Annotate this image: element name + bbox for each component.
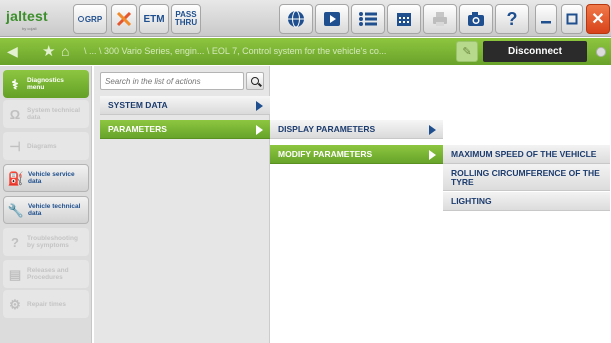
grp-label: GRP — [84, 14, 103, 24]
sidebar-item-label: Diagnostics menu — [27, 77, 64, 91]
navigation-bar: ◀ ★ ⌂ \ ... \ 300 Vario Series, engin...… — [0, 38, 611, 65]
printer-icon — [433, 12, 447, 26]
sidebar-item-diagnostics-menu[interactable]: ⚕ Diagnostics menu — [3, 70, 89, 98]
video-icon — [324, 12, 340, 26]
sidebar-item-system-technical-data: Ω System technical data — [3, 100, 89, 128]
connection-status-led — [596, 47, 606, 57]
menu-item-parameters[interactable]: PARAMETERS — [100, 120, 270, 139]
wrench-icon: 🔧 — [7, 202, 25, 218]
sidebar-item-label: Vehicle technical data — [28, 203, 81, 217]
menu-item-system-data[interactable]: SYSTEM DATA — [100, 96, 270, 115]
print-button[interactable] — [423, 4, 457, 34]
menu-item-label: SYSTEM DATA — [108, 100, 168, 110]
search-icon — [77, 16, 84, 22]
tools-button[interactable] — [111, 4, 137, 34]
help-button[interactable]: ? — [495, 4, 529, 34]
sidebar-item-label: Releases and Procedures — [27, 267, 69, 281]
favorites-star-icon[interactable]: ★ — [42, 42, 55, 60]
sidebar-item-vehicle-technical-data[interactable]: 🔧 Vehicle technical data — [3, 196, 89, 224]
menu-item-label: DISPLAY PARAMETERS — [278, 124, 376, 134]
sidebar-item-repair-times: ⚙ Repair times — [3, 290, 89, 318]
chevron-right-icon — [429, 150, 436, 160]
globe-button[interactable] — [279, 4, 313, 34]
menu-item-label: MODIFY PARAMETERS — [278, 149, 373, 159]
camera-icon — [468, 12, 484, 26]
camera-button[interactable] — [459, 4, 493, 34]
disconnect-button[interactable]: Disconnect — [483, 41, 587, 62]
minimize-button[interactable] — [535, 4, 557, 34]
pass-thru-button[interactable]: PASS THRU — [171, 4, 201, 34]
sidebar-item-releases-procedures: ▤ Releases and Procedures — [3, 260, 89, 288]
menu-item-maximum-speed[interactable]: MAXIMUM SPEED OF THE VEHICLE — [443, 145, 610, 164]
close-icon: ✕ — [591, 11, 605, 28]
jaltest-logo: jaltest by cojali — [6, 8, 66, 34]
troubleshoot-icon: ? — [11, 234, 19, 250]
sidebar-item-diagrams: ⊣ Diagrams — [3, 132, 89, 160]
video-button[interactable] — [315, 4, 349, 34]
search-actions-input[interactable] — [100, 72, 244, 90]
stethoscope-icon: ⚕ — [11, 76, 19, 92]
logo-subtitle: by cojali — [22, 26, 37, 31]
list-icon — [359, 12, 377, 26]
search-button[interactable] — [246, 72, 264, 90]
close-button[interactable]: ✕ — [586, 4, 610, 34]
sidebar-item-label: System technical data — [27, 107, 81, 121]
menu-item-label: PARAMETERS — [108, 124, 167, 134]
menu-item-display-parameters[interactable]: DISPLAY PARAMETERS — [270, 120, 443, 139]
oil-can-icon: ⛽ — [7, 170, 25, 186]
logo-text: jaltest — [6, 8, 48, 24]
omega-icon: Ω — [9, 106, 21, 122]
list-button[interactable] — [351, 4, 385, 34]
search-icon — [251, 77, 259, 85]
etm-button[interactable]: ETM — [139, 4, 169, 34]
tools-icon — [116, 11, 132, 27]
pin-icon: ✎ — [462, 46, 472, 58]
maximize-icon — [566, 13, 578, 25]
sidebar-item-vehicle-service-data[interactable]: ⛽ Vehicle service data — [3, 164, 89, 192]
sidebar: ⚕ Diagnostics menu Ω System technical data… — [0, 66, 92, 343]
sidebar-item-label: Repair times — [27, 300, 67, 308]
menu-item-modify-parameters[interactable]: MODIFY PARAMETERS — [270, 145, 443, 164]
sidebar-item-label: Troubleshooting by symptoms — [27, 235, 78, 249]
calendar-icon — [397, 13, 411, 26]
gears-icon: ⚙ — [9, 296, 21, 312]
thru-label: THRU — [174, 18, 198, 27]
back-arrow-icon[interactable]: ◀ — [7, 43, 18, 60]
maximize-button[interactable] — [561, 4, 583, 34]
globe-icon — [288, 10, 304, 28]
calendar-button[interactable] — [387, 4, 421, 34]
sidebar-item-troubleshooting: ? Troubleshooting by symptoms — [3, 228, 89, 256]
pin-button[interactable]: ✎ — [456, 41, 478, 62]
home-icon[interactable]: ⌂ — [61, 43, 69, 59]
chevron-right-icon — [256, 125, 263, 135]
chevron-right-icon — [429, 125, 436, 135]
document-icon: ▤ — [8, 266, 22, 282]
minimize-icon — [541, 21, 551, 24]
menu-item-rolling-circumference[interactable]: ROLLING CIRCUMFERENCE OF THE TYRE — [443, 164, 610, 191]
menu-item-lighting[interactable]: LIGHTING — [443, 192, 610, 211]
top-toolbar: jaltest by cojali GRP ETM PASS THRU ? ✕ — [0, 0, 611, 37]
breadcrumb: \ ... \ 300 Vario Series, engin... \ EOL… — [84, 46, 387, 56]
sidebar-item-label: Vehicle service data — [28, 171, 75, 185]
diagram-icon: ⊣ — [9, 138, 21, 154]
chevron-right-icon — [256, 101, 263, 111]
sidebar-item-label: Diagrams — [27, 142, 57, 150]
grp-search-button[interactable]: GRP — [73, 4, 107, 34]
